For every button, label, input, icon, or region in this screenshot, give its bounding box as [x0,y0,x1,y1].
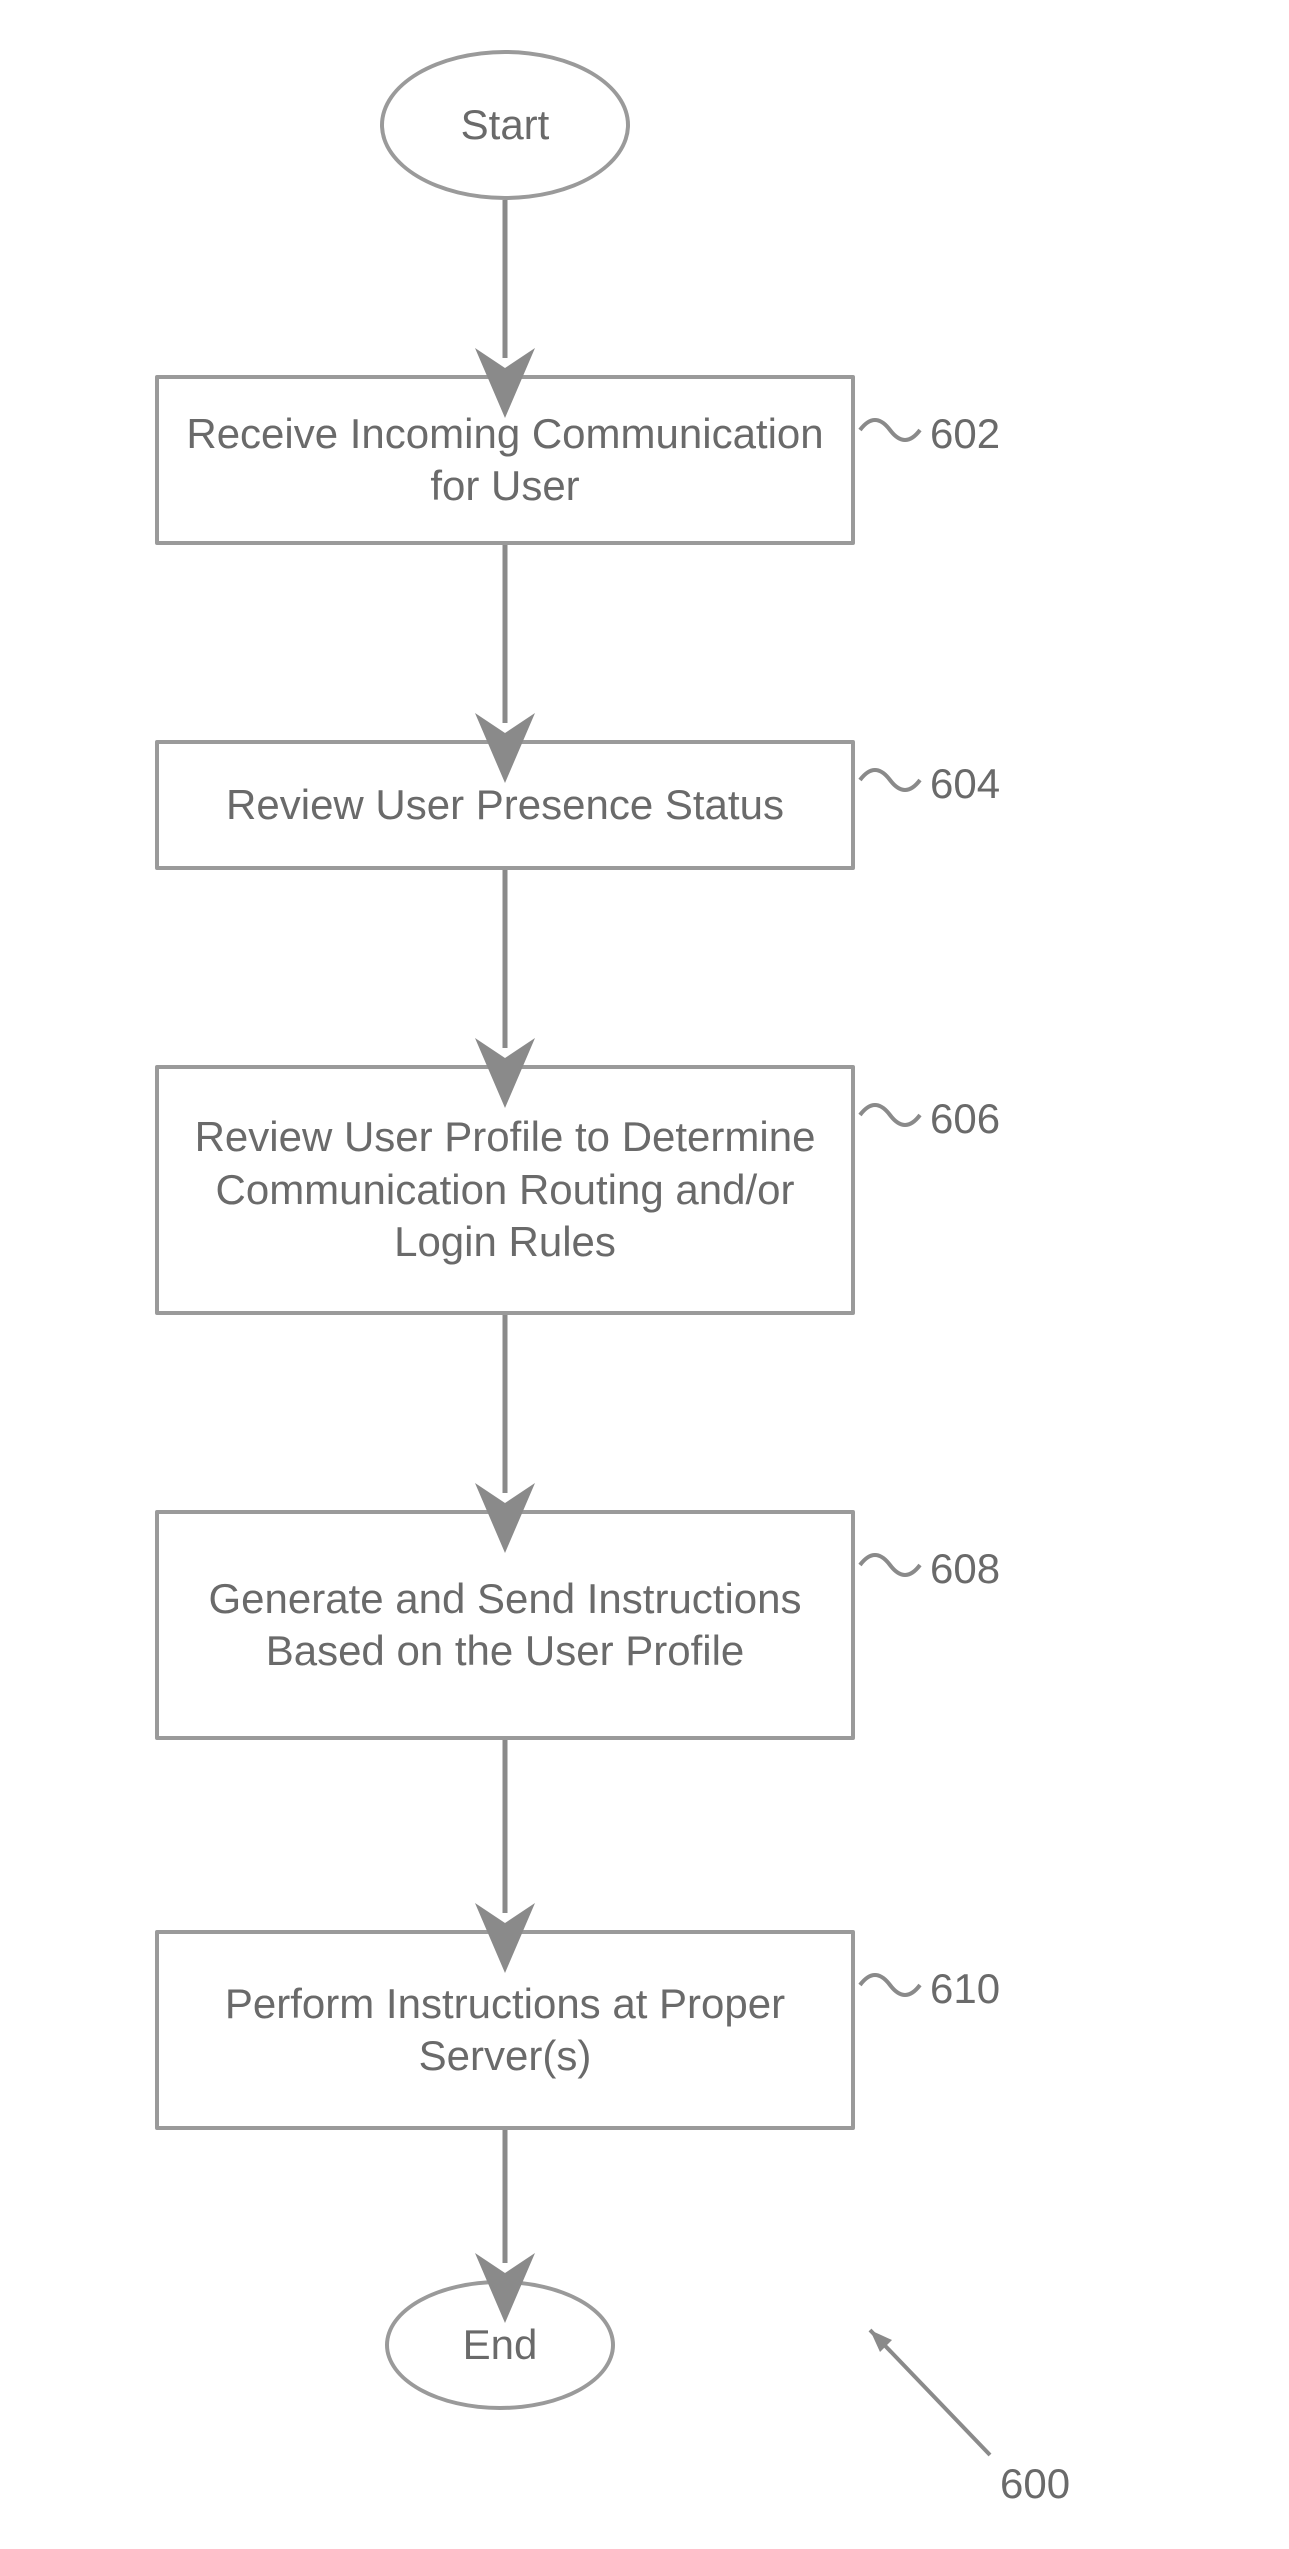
step-606-text: Review User Profile to Determine Communi… [183,1111,827,1269]
squiggle-608 [860,1555,920,1575]
pointer-600-head [870,2330,892,2352]
step-610: Perform Instructions at Proper Server(s) [155,1930,855,2130]
step-602-ref: 602 [930,410,1000,458]
squiggle-604 [860,770,920,790]
end-node: End [385,2280,615,2410]
step-608-ref: 608 [930,1545,1000,1593]
squiggle-606 [860,1105,920,1125]
step-602-text: Receive Incoming Communication for User [183,408,827,513]
pointer-600 [870,2330,990,2455]
step-608-text: Generate and Send Instructions Based on … [183,1573,827,1678]
step-604-ref: 604 [930,760,1000,808]
step-606: Review User Profile to Determine Communi… [155,1065,855,1315]
start-label: Start [461,99,550,152]
squiggle-610 [860,1975,920,1995]
step-606-ref: 606 [930,1095,1000,1143]
end-label: End [463,2319,538,2372]
step-608: Generate and Send Instructions Based on … [155,1510,855,1740]
step-610-ref: 610 [930,1965,1000,2013]
step-610-text: Perform Instructions at Proper Server(s) [183,1978,827,2083]
squiggle-602 [860,420,920,440]
flowchart-canvas: Start Receive Incoming Communication for… [0,0,1289,2549]
start-node: Start [380,50,630,200]
step-602: Receive Incoming Communication for User [155,375,855,545]
step-604: Review User Presence Status [155,740,855,870]
step-604-text: Review User Presence Status [226,779,784,832]
figure-ref: 600 [1000,2460,1070,2508]
